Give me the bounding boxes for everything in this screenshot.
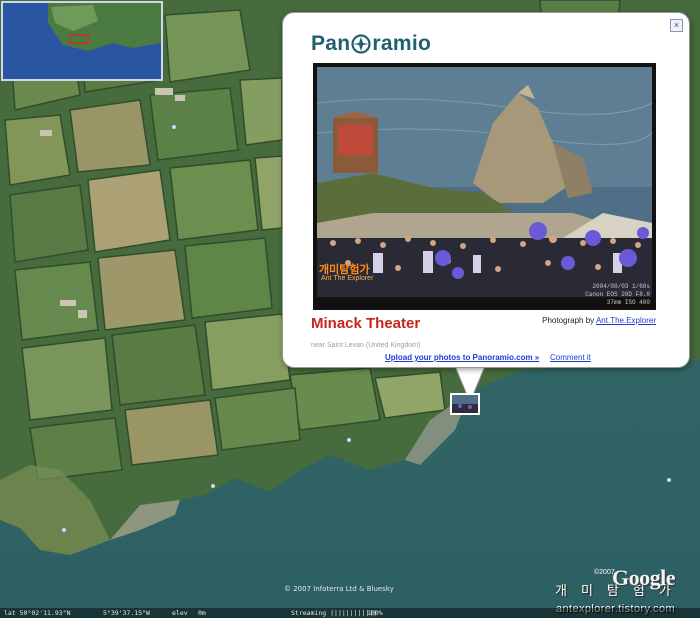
pointer-longitude: 5°39'37.15"W bbox=[103, 609, 150, 617]
location-text: near Saint Levan (United Kingdom) bbox=[311, 342, 421, 349]
elevation-value: 0m bbox=[198, 609, 206, 617]
pointer-latitude: lat 50°02'11.93"N bbox=[4, 609, 71, 617]
panoramio-balloon: × Pan ramio 개미탐험가 Ant The Explorer 2004/… bbox=[282, 12, 690, 368]
google-logo: Google bbox=[612, 565, 676, 590]
overview-map[interactable] bbox=[1, 1, 163, 81]
photo[interactable]: 개미탐험가 Ant The Explorer 2004/08/03 1/60s … bbox=[313, 63, 656, 310]
google-earth-view[interactable]: × Pan ramio 개미탐험가 Ant The Explorer 2004/… bbox=[0, 0, 700, 618]
elevation-label: elev bbox=[172, 609, 188, 617]
photo-exif-stamp: 2004/08/03 1/60s Canon EOS 20D F8.0 37mm… bbox=[585, 283, 650, 307]
panoramio-logo: Pan ramio bbox=[311, 32, 431, 56]
overview-map-image bbox=[3, 3, 161, 79]
exif-line: Canon EOS 20D F8.0 bbox=[585, 291, 650, 298]
close-button[interactable]: × bbox=[670, 19, 683, 32]
exif-line: 2004/08/03 1/60s bbox=[592, 283, 650, 290]
photo-title: Minack Theater bbox=[311, 315, 421, 332]
logo-text-start: Pan bbox=[311, 32, 351, 55]
streaming-percent: 100% bbox=[367, 609, 383, 617]
comment-link[interactable]: Comment it bbox=[550, 353, 591, 362]
compass-icon bbox=[351, 34, 372, 54]
streaming-label: Streaming |||||||||||| bbox=[291, 609, 378, 617]
photo-credit: Photograph by Ant.The.Explorer bbox=[542, 316, 656, 325]
status-bar: lat 50°02'11.93"N 5°39'37.15"W elev 0m S… bbox=[0, 608, 700, 618]
author-link[interactable]: Ant.The.Explorer bbox=[596, 316, 656, 325]
imagery-copyright: © 2007 Infoterra Ltd & Bluesky bbox=[284, 585, 394, 593]
thumbnail-image bbox=[452, 395, 478, 413]
logo-text-end: ramio bbox=[372, 32, 432, 55]
credit-prefix: Photograph by bbox=[542, 316, 595, 325]
upload-link[interactable]: Upload your photos to Panoramio.com » bbox=[385, 353, 539, 362]
photo-thumbnail-marker[interactable] bbox=[450, 393, 480, 415]
photo-watermark-author: Ant The Explorer bbox=[321, 275, 374, 282]
exif-line: 37mm ISO 400 bbox=[606, 299, 650, 306]
